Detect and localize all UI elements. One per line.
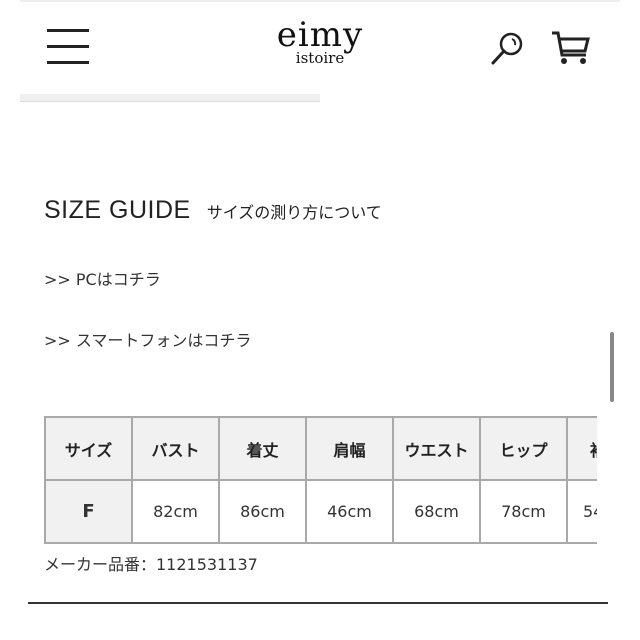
logo[interactable]: eimy istoire — [250, 18, 390, 66]
header-cell: サイズ — [44, 416, 133, 481]
size-guide-subtitle: サイズの測り方について — [206, 203, 382, 222]
cell: 82cm — [131, 479, 220, 544]
size-guide-title: SIZE GUIDE — [44, 196, 191, 224]
cell: 46cm — [305, 479, 394, 544]
top-divider — [20, 0, 620, 2]
hamburger-icon-line — [47, 45, 89, 48]
scrollbar[interactable] — [610, 332, 614, 402]
search-button[interactable] — [490, 30, 526, 70]
hamburger-icon — [47, 29, 89, 32]
logo-sub: istoire — [295, 49, 345, 67]
cell: 68cm — [392, 479, 481, 544]
cell: 54cm — [566, 479, 597, 544]
table-row: F 82cm 86cm 46cm 68cm 78cm 54cm — [44, 479, 597, 544]
cart-button[interactable] — [550, 30, 592, 70]
cell: 78cm — [479, 479, 568, 544]
cell-size: F — [44, 479, 133, 544]
search-icon — [491, 32, 523, 65]
cart-icon — [552, 31, 590, 64]
header-cell: 袖丈 — [566, 416, 597, 481]
smartphone-link[interactable]: >> スマートフォンはコチラ — [44, 327, 251, 351]
table-header-row: サイズ バスト 着丈 肩幅 ウエスト ヒップ 袖丈 — [44, 416, 597, 481]
maker-number: メーカー品番：1121531137 — [44, 555, 258, 574]
header-cell: 着丈 — [218, 416, 307, 481]
size-table: サイズ バスト 着丈 肩幅 ウエスト ヒップ 袖丈 F 82cm 86cm 46… — [44, 416, 597, 544]
header-cell: 肩幅 — [305, 416, 394, 481]
gray-bar — [20, 94, 320, 102]
header-cell: ヒップ — [479, 416, 568, 481]
size-guide-heading: SIZE GUIDE サイズの測り方について — [44, 196, 382, 225]
header-cell: ウエスト — [392, 416, 481, 481]
pc-link[interactable]: >> PCはコチラ — [44, 266, 161, 290]
cell: 86cm — [218, 479, 307, 544]
logo-main: eimy — [276, 15, 364, 55]
bottom-divider — [28, 602, 608, 604]
hamburger-icon-line — [47, 61, 89, 64]
menu-button[interactable] — [47, 29, 89, 65]
header-cell: バスト — [131, 416, 220, 481]
